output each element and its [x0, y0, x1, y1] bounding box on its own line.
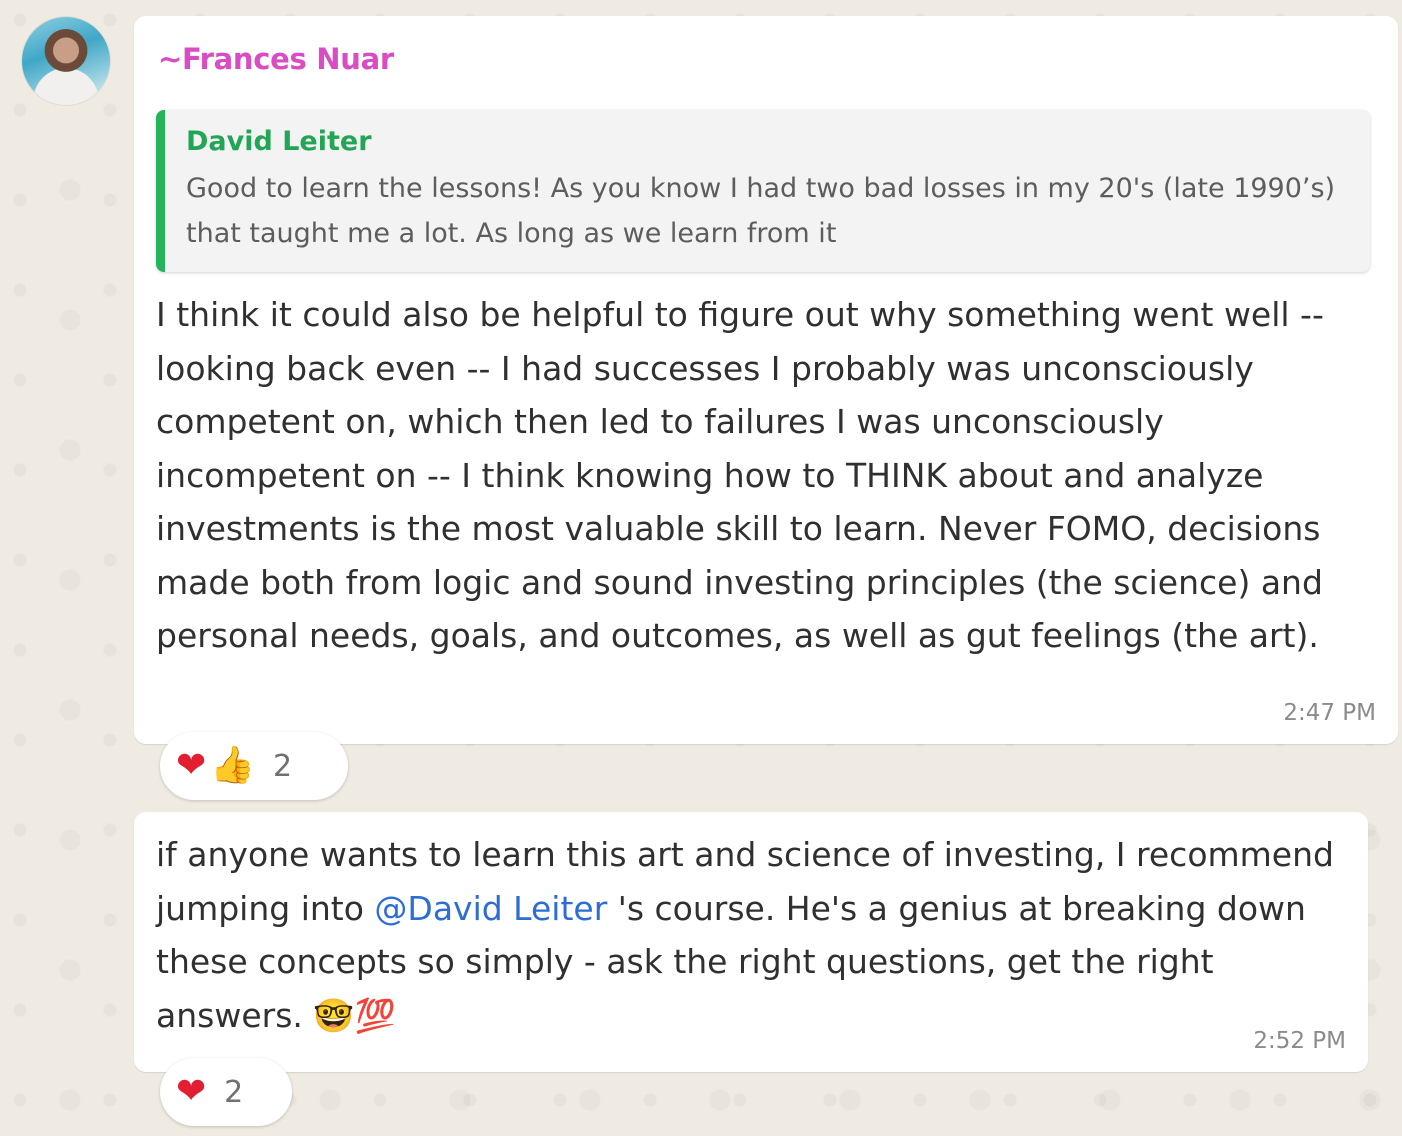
reactions-pill[interactable]: ❤ 2 [160, 1058, 292, 1126]
mention-link[interactable]: @David Leiter [374, 889, 607, 928]
quote-accent-bar [156, 110, 165, 272]
thumbs-up-icon: 👍 [210, 745, 255, 786]
message-bubble[interactable]: if anyone wants to learn this art and sc… [134, 812, 1368, 1072]
avatar[interactable] [22, 17, 110, 105]
sender-name[interactable]: ~Frances Nuar [158, 42, 394, 76]
emoji-inline: 🤓💯 [313, 995, 396, 1035]
quoted-message[interactable]: David Leiter Good to learn the lessons! … [156, 110, 1370, 272]
message-timestamp: 2:47 PM [1283, 700, 1376, 726]
heart-icon: ❤ [176, 1071, 207, 1112]
reactions-pill[interactable]: ❤ 👍 2 [160, 732, 348, 800]
reaction-count: 2 [224, 1074, 244, 1110]
quote-text: Good to learn the lessons! As you know I… [186, 173, 1336, 249]
message-bubble[interactable]: ~Frances Nuar David Leiter Good to learn… [134, 16, 1398, 744]
quote-author: David Leiter [186, 126, 372, 157]
message-text: if anyone wants to learn this art and sc… [156, 828, 1356, 1042]
reaction-count: 2 [273, 748, 293, 784]
message-text: I think it could also be helpful to figu… [156, 295, 1324, 655]
heart-icon: ❤ [176, 745, 207, 786]
message-timestamp: 2:52 PM [1253, 1028, 1346, 1054]
